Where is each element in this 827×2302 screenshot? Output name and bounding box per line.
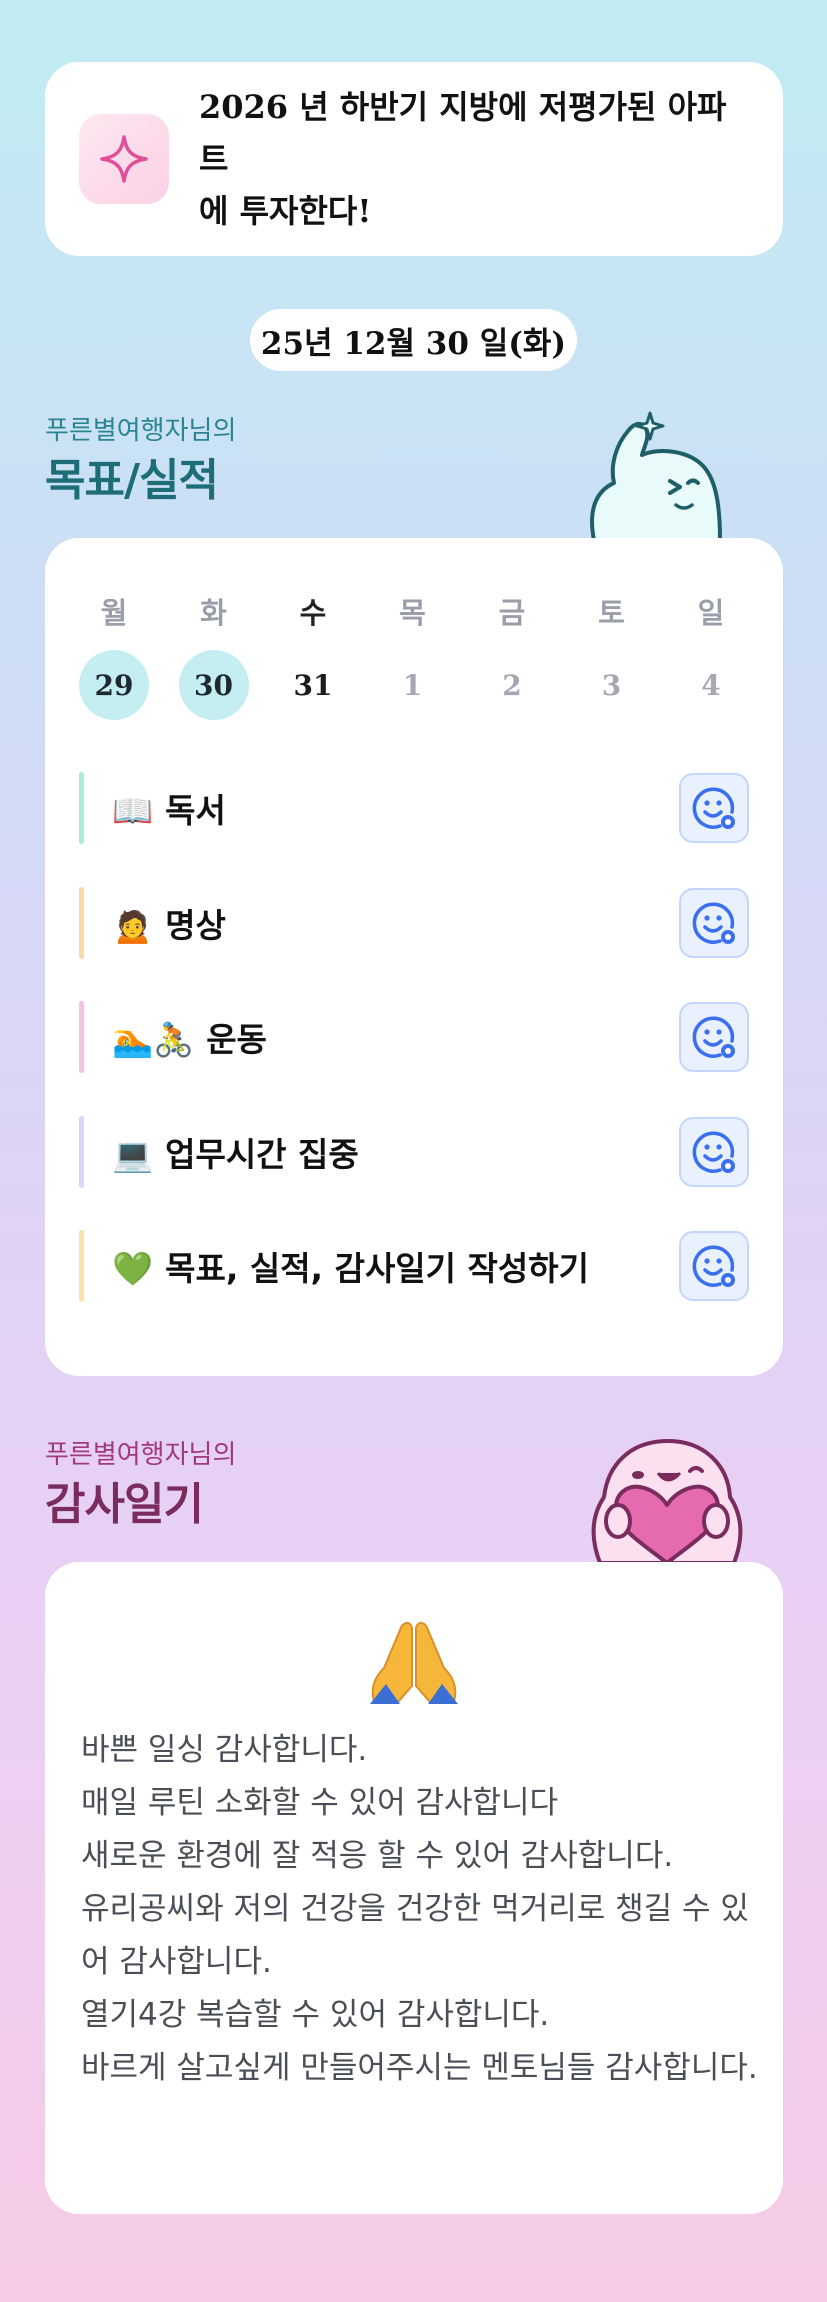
task-label: 💚 목표, 실적, 감사일기 작성하기 (112, 1242, 679, 1290)
task-emoji-icon: 📖 (112, 791, 154, 830)
task-emoji-icon: 🙍 (112, 905, 154, 945)
calendar-day[interactable]: 1 (378, 650, 448, 720)
weekday-label: 일 (697, 596, 725, 630)
ghost-mascot-heart (582, 1425, 752, 1567)
task-label-text: 목표, 실적, 감사일기 작성하기 (165, 1249, 589, 1288)
goals-section-title: 목표/실적 (45, 455, 219, 506)
smiley-add-icon[interactable] (679, 1231, 749, 1301)
task-color-bar (79, 1230, 84, 1302)
gratitude-line: 바쁜 일싱 감사합니다. (81, 1732, 368, 1768)
smiley-add-icon[interactable] (679, 773, 749, 843)
goals-card: 월 29 화 30 수 31 목 1 금 2 토 3 일 4 📖 독서 🙍 명상 🏊🚴 운동 💻 업무시간 집중 💚 목표,… (45, 538, 783, 1376)
task-row[interactable]: 💻 업무시간 집중 (79, 1115, 749, 1188)
date-selector[interactable]: 25년 12월 30 일(화) (250, 309, 577, 371)
task-row[interactable]: 🏊🚴 운동 (79, 1001, 749, 1073)
gratitude-line: 새로운 환경에 잘 적응 할 수 있어 감사합니다. (81, 1838, 674, 1874)
task-color-bar (79, 1115, 84, 1188)
task-emoji-icon: 💻 (112, 1134, 154, 1174)
task-emoji-icon: 💚 (112, 1249, 154, 1288)
task-label: 📖 독서 (112, 784, 679, 832)
praying-hands-icon (366, 1612, 462, 1708)
gratitude-section-title: 감사일기 (45, 1479, 204, 1530)
task-color-bar (79, 1001, 84, 1073)
task-color-bar (79, 886, 84, 959)
goal-text: 2026 년 하반기 지방에 저평가된 아파트 에 투자한다! (199, 81, 739, 237)
smiley-add-icon[interactable] (679, 887, 749, 958)
calendar-day[interactable]: 30 (178, 650, 249, 720)
goals-section-subtitle: 푸른별여행자님의 (45, 416, 237, 446)
calendar-day[interactable]: 29 (79, 650, 149, 720)
task-label-text: 운동 (206, 1020, 267, 1059)
calendar-day[interactable]: 3 (577, 650, 647, 720)
weekday-label: 목 (399, 596, 426, 630)
smiley-add-icon[interactable] (679, 1002, 749, 1072)
sparkle-icon (79, 114, 169, 204)
gratitude-line: 열기4강 복습할 수 있어 감사합니다. (81, 1997, 550, 2033)
task-label: 🏊🚴 운동 (112, 1013, 679, 1061)
task-color-bar (79, 772, 84, 844)
goal-card[interactable]: 2026 년 하반기 지방에 저평가된 아파트 에 투자한다! (45, 62, 783, 256)
calendar-day[interactable]: 31 (278, 650, 348, 720)
goal-text-line-2: 에 투자한다! (199, 192, 372, 230)
weekday-label: 금 (498, 596, 526, 630)
weekday-label: 토 (598, 596, 625, 630)
weekday-label: 화 (200, 596, 227, 630)
goal-text-line-1: 2026 년 하반기 지방에 저평가된 아파트 (199, 88, 727, 178)
task-row[interactable]: 🙍 명상 (79, 886, 749, 959)
task-row[interactable]: 💚 목표, 실적, 감사일기 작성하기 (79, 1230, 749, 1302)
calendar-day[interactable]: 4 (676, 650, 746, 720)
task-label: 💻 업무시간 집중 (112, 1128, 679, 1176)
task-label-text: 업무시간 집중 (165, 1134, 359, 1174)
ghost-mascot-waving (580, 405, 750, 544)
weekday-label: 수 (299, 596, 327, 630)
task-label: 🙍 명상 (112, 899, 679, 947)
task-emoji-icon: 🏊🚴 (112, 1020, 195, 1059)
task-row[interactable]: 📖 독서 (79, 772, 749, 844)
gratitude-card: 바쁜 일싱 감사합니다. 매일 루틴 소화할 수 있어 감사합니다새로운 환경에 … (45, 1562, 783, 2214)
task-label-text: 명상 (165, 905, 226, 945)
gratitude-line: 바르게 살고싶게 만들어주시는 멘토님들 감사합니다. (81, 2050, 758, 2086)
gratitude-text: 바쁜 일싱 감사합니다. 매일 루틴 소화할 수 있어 감사합니다새로운 환경에 … (81, 1724, 761, 2095)
gratitude-line: 유리공씨와 저의 건강을 건강한 먹거리로 챙길 수 있어 감사합니다. (81, 1891, 749, 1980)
gratitude-section-subtitle: 푸른별여행자님의 (45, 1440, 237, 1470)
task-label-text: 독서 (165, 791, 226, 830)
calendar-day[interactable]: 2 (477, 650, 547, 720)
smiley-add-icon[interactable] (679, 1116, 749, 1187)
weekday-label: 월 (100, 596, 128, 630)
gratitude-line: 매일 루틴 소화할 수 있어 감사합니다 (81, 1785, 559, 1821)
